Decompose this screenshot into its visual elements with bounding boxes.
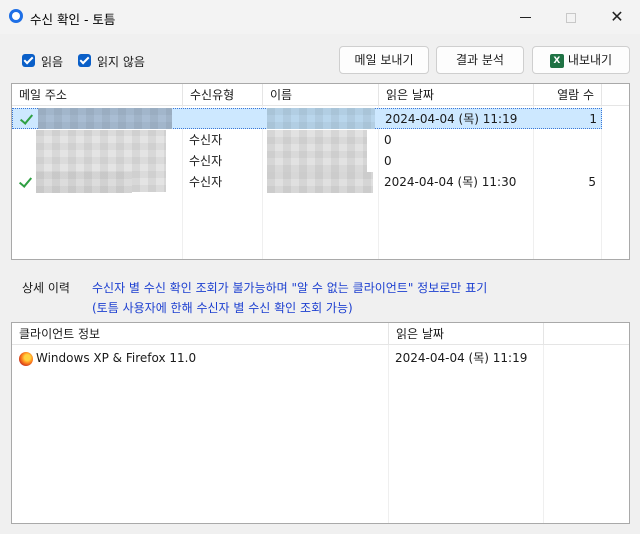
cell-type: 수신자 (189, 154, 223, 168)
redacted-name (267, 130, 367, 172)
cell-view-count: 5 (588, 175, 596, 189)
maximize-icon (566, 12, 576, 23)
read-check-icon (18, 175, 32, 189)
analyze-results-button[interactable]: 결과 분석 (436, 46, 524, 74)
cell-type: 수신자 (189, 133, 223, 147)
checkbox-checked-icon (78, 54, 91, 67)
redacted-name (267, 108, 375, 129)
column-header-view-count[interactable]: 열람 수 (534, 84, 602, 106)
detail-note-line1: 수신자 별 수신 확인 조회가 불가능하며 "알 수 없는 클라이언트" 정보로… (92, 281, 488, 295)
close-button[interactable]: ✕ (594, 0, 640, 34)
column-header-filler (544, 323, 629, 345)
redacted-name (267, 172, 373, 193)
column-header-name[interactable]: 이름 (263, 84, 379, 106)
column-header-type[interactable]: 수신유형 (183, 84, 263, 106)
cell-client-info: Windows XP & Firefox 11.0 (36, 351, 197, 365)
cell-read-date: 0 (384, 133, 392, 147)
minimize-button[interactable] (502, 0, 548, 34)
read-checkbox-label: 읽음 (41, 55, 64, 69)
read-check-icon (19, 112, 33, 126)
column-header-read-date[interactable]: 읽은 날짜 (379, 84, 534, 106)
cell-read-date: 0 (384, 154, 392, 168)
maximize-button[interactable] (548, 0, 594, 34)
checkbox-checked-icon (22, 54, 35, 67)
cell-read-date: 2024-04-04 (목) 11:30 (384, 175, 517, 189)
send-mail-button[interactable]: 메일 보내기 (339, 46, 429, 74)
cell-type (185, 109, 263, 130)
column-header-client-info[interactable]: 클라이언트 정보 (12, 323, 389, 345)
export-button[interactable]: X 내보내기 (532, 46, 630, 74)
redacted-email (38, 108, 172, 129)
column-divider (543, 345, 544, 523)
detail-history-label: 상세 이력 (22, 281, 70, 295)
app-icon (9, 9, 23, 23)
cell-view-count (534, 151, 596, 172)
export-button-label: 내보내기 (567, 53, 613, 67)
column-divider (388, 345, 389, 523)
cell-read-date: 2024-04-04 (목) 11:19 (385, 112, 518, 126)
column-header-email[interactable]: 메일 주소 (12, 84, 183, 106)
client-history-table[interactable]: 클라이언트 정보 읽은 날짜 Windows XP & Firefox 11.0… (11, 322, 630, 524)
recipient-table[interactable]: 메일 주소 수신유형 이름 읽은 날짜 열람 수 2024-04-04 (목) … (11, 83, 630, 260)
title-bar: 수신 확인 - 토틈 ✕ (0, 0, 640, 34)
column-header-read-date[interactable]: 읽은 날짜 (389, 323, 544, 345)
unread-checkbox-label: 읽지 않음 (97, 55, 145, 69)
cell-view-count: 1 (589, 112, 597, 126)
redacted-email (36, 172, 132, 193)
cell-read-date: 2024-04-04 (목) 11:19 (395, 351, 528, 365)
table-row[interactable]: Windows XP & Firefox 11.0 2024-04-04 (목)… (12, 348, 612, 369)
window-title: 수신 확인 - 토틈 (30, 12, 116, 27)
cell-view-count (534, 130, 596, 151)
minimize-icon (519, 17, 531, 18)
detail-note-line2: (토틈 사용자에 한해 수신자 별 수신 확인 조회 가능) (92, 301, 353, 315)
column-header-filler (602, 84, 629, 106)
excel-icon: X (549, 53, 564, 68)
close-icon: ✕ (610, 7, 624, 26)
cell-type: 수신자 (189, 175, 223, 189)
firefox-icon (19, 352, 33, 366)
